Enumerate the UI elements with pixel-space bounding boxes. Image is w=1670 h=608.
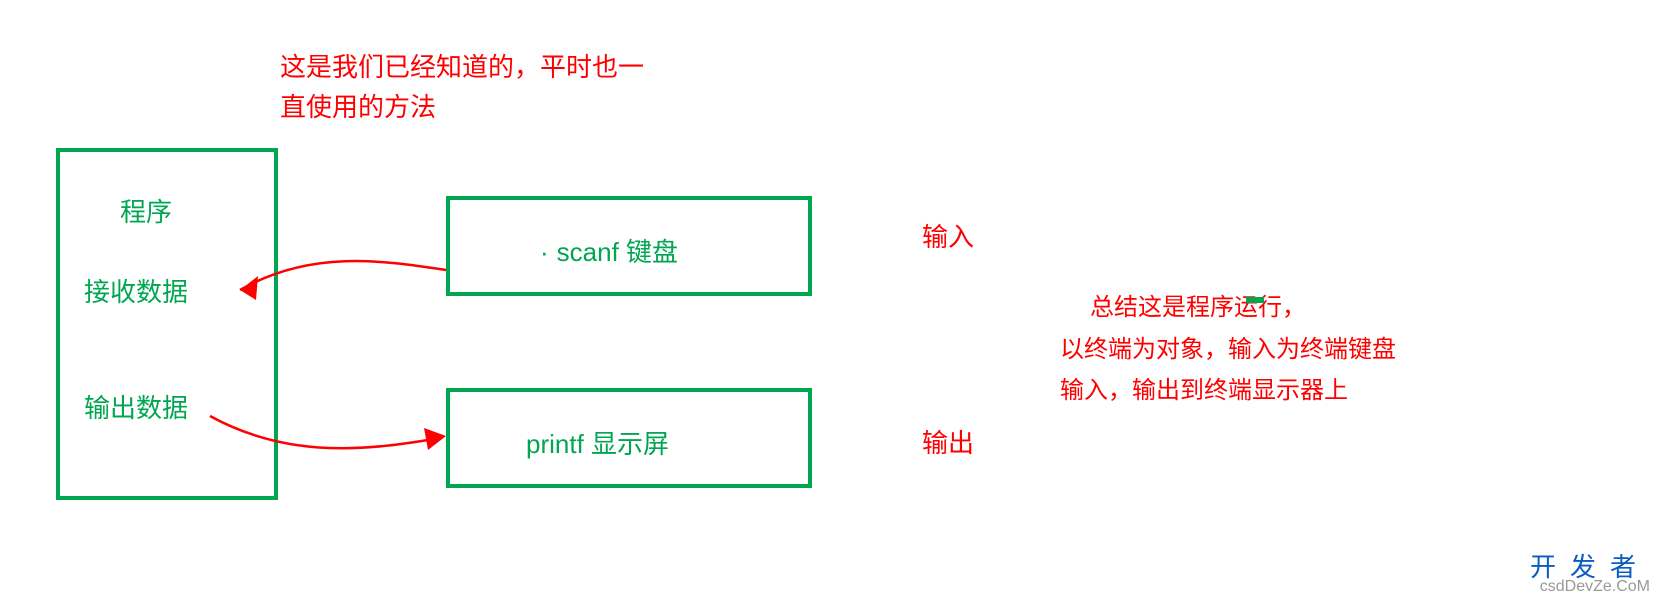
- summary-line1: 总结这是程序运行，: [1076, 288, 1426, 329]
- summary-line2: 以终端为对象，输入为终端键盘输入，输出到终端显示器上: [1060, 330, 1410, 412]
- printf-label: printf 显示屏: [526, 424, 669, 461]
- input-label: 输入: [922, 218, 974, 257]
- watermark-en: csdDevZe.CoM: [1530, 578, 1650, 596]
- label-receive-data: 接收数据: [84, 272, 188, 309]
- watermark: 开发者 csdDevZe.CoM: [1530, 547, 1650, 596]
- output-label: 输出: [922, 424, 974, 463]
- top-note-line2: 直使用的方法: [280, 88, 436, 127]
- top-note-line1: 这是我们已经知道的，平时也一: [280, 48, 644, 87]
- label-program: 程序: [120, 192, 172, 229]
- label-output-data: 输出数据: [84, 388, 188, 425]
- scanf-text: scanf 键盘: [557, 237, 678, 267]
- scanf-label: ·scanf 键盘: [540, 232, 678, 269]
